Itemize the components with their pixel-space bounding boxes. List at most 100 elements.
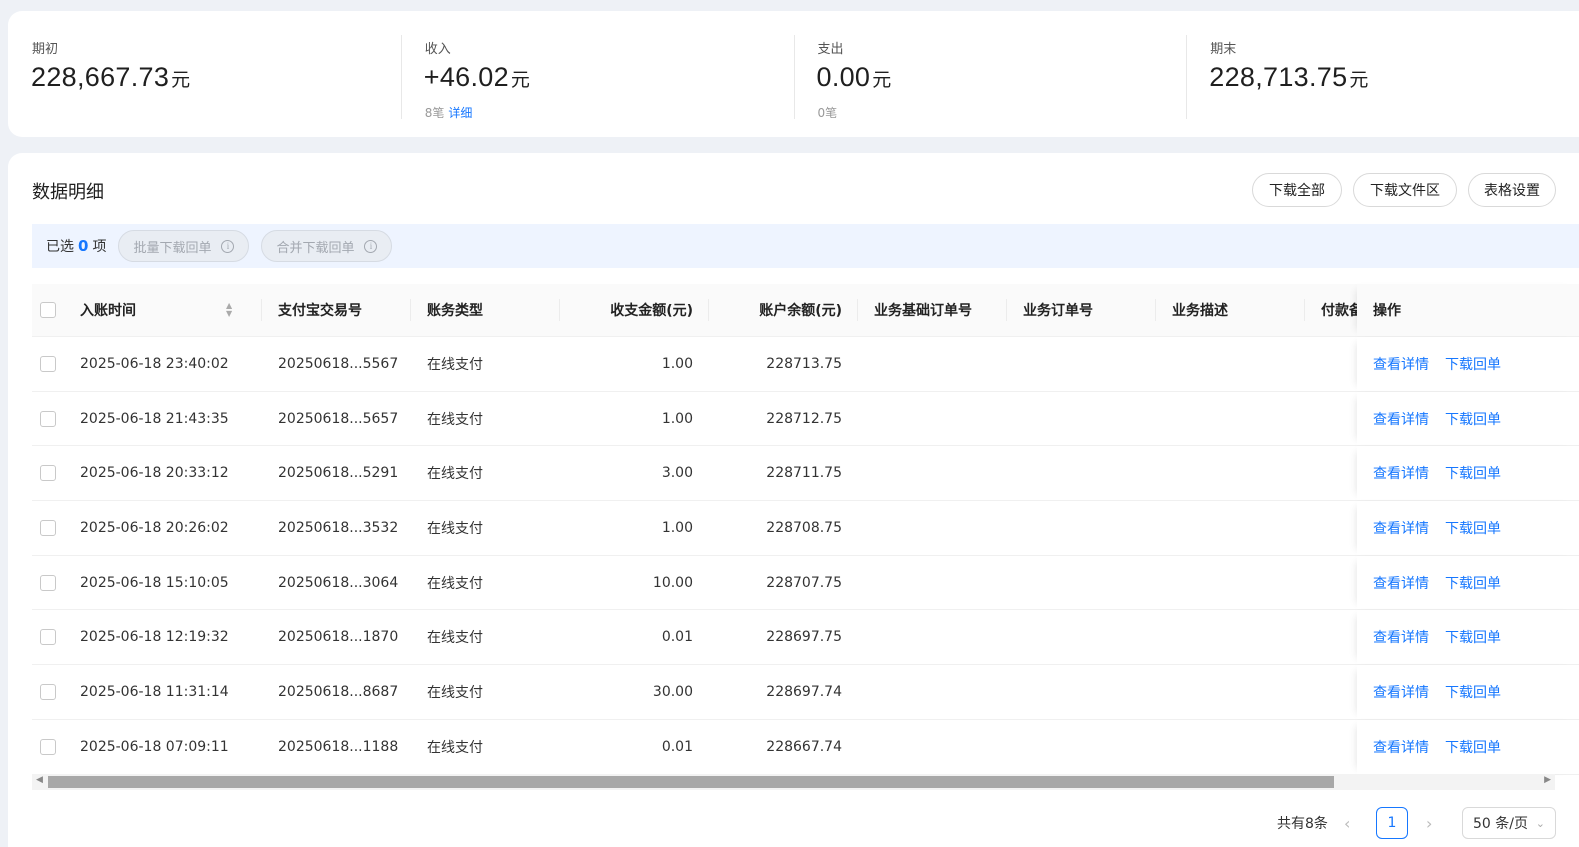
view-detail-link[interactable]: 查看详情 <box>1373 354 1429 374</box>
divider <box>1186 35 1188 119</box>
cell-time: 2025-06-18 12:19:32 <box>80 629 229 646</box>
cell-balance: 228712.75 <box>766 410 842 427</box>
info-icon: i <box>364 239 378 253</box>
cell-actions: 查看详情 下载回单 <box>1357 610 1579 665</box>
row-checkbox[interactable] <box>40 392 56 446</box>
col-desc: 业务描述 <box>1172 303 1228 319</box>
row-checkbox[interactable] <box>40 446 56 500</box>
download-receipt-link[interactable]: 下载回单 <box>1445 463 1501 483</box>
scrollbar-thumb[interactable] <box>48 776 1334 788</box>
cell-actions: 查看详情 下载回单 <box>1357 719 1579 774</box>
download-receipt-link[interactable]: 下载回单 <box>1445 409 1501 429</box>
detail-card: 数据明细 下载全部 下载文件区 表格设置 已选 0 项 批量下载回单 i 合并下载… <box>8 153 1579 847</box>
column-divider <box>1006 299 1007 321</box>
col-trade-no: 支付宝交易号 <box>278 303 362 319</box>
column-divider <box>410 299 411 321</box>
row-checkbox[interactable] <box>40 720 56 774</box>
download-receipt-link[interactable]: 下载回单 <box>1445 737 1501 757</box>
table-settings-button[interactable]: 表格设置 <box>1468 173 1556 207</box>
cell-amount: 1.00 <box>661 519 693 536</box>
selected-count: 0 <box>78 237 89 255</box>
row-checkbox[interactable] <box>40 556 56 610</box>
cell-actions: 查看详情 下载回单 <box>1357 555 1579 610</box>
download-receipt-link[interactable]: 下载回单 <box>1445 682 1501 702</box>
checkbox-box <box>40 355 56 372</box>
income-count: 8笔 详细 <box>424 106 473 120</box>
cell-balance: 228708.75 <box>766 519 842 536</box>
cell-trade-no: 20250618...1870 <box>278 629 399 646</box>
column-divider <box>261 299 262 321</box>
horizontal-scrollbar[interactable]: ◀ ▶ <box>32 774 1555 790</box>
view-detail-link[interactable]: 查看详情 <box>1373 737 1429 757</box>
col-actions-header: 操作 <box>1357 284 1579 336</box>
cell-amount: 3.00 <box>661 465 693 482</box>
table-body: 2025-06-18 23:40:02 20250618...5567 在线支付… <box>32 337 1579 775</box>
cell-type: 在线支付 <box>427 739 483 756</box>
table-row: 2025-06-18 20:33:12 20250618...5291 在线支付… <box>32 446 1579 502</box>
next-page-button[interactable]: › <box>1426 807 1432 839</box>
opening-amount: 228,667.73 元 <box>31 62 191 92</box>
income-detail-link[interactable]: 详细 <box>448 106 472 120</box>
total-count: 共有8条 <box>1277 816 1328 832</box>
download-file-area-button[interactable]: 下载文件区 <box>1353 173 1457 207</box>
cell-actions: 查看详情 下载回单 <box>1357 501 1579 555</box>
cell-balance: 228713.75 <box>766 355 842 372</box>
cell-time: 2025-06-18 21:43:35 <box>80 410 229 427</box>
cell-trade-no: 20250618...8687 <box>278 683 399 700</box>
divider <box>793 35 795 119</box>
merge-download-button[interactable]: 合并下载回单 i <box>261 230 393 262</box>
income-amount: +46.02 元 <box>423 62 531 92</box>
row-checkbox[interactable] <box>40 337 56 391</box>
opening-label: 期初 <box>32 42 59 57</box>
scroll-left-icon[interactable]: ◀ <box>36 775 43 785</box>
cell-time: 2025-06-18 23:40:02 <box>80 355 229 372</box>
row-checkbox[interactable] <box>40 501 56 555</box>
download-receipt-link[interactable]: 下载回单 <box>1445 573 1501 593</box>
download-all-button[interactable]: 下载全部 <box>1252 173 1342 207</box>
download-receipt-link[interactable]: 下载回单 <box>1445 518 1501 538</box>
closing-amount: 228,713.75 元 <box>1209 62 1369 92</box>
cell-trade-no: 20250618...5567 <box>278 355 399 372</box>
batch-download-button[interactable]: 批量下载回单 i <box>118 230 250 262</box>
cell-actions: 查看详情 下载回单 <box>1357 391 1579 446</box>
page-size-select[interactable]: 50 条/页 ⌄ <box>1462 807 1556 839</box>
cell-amount: 1.00 <box>661 355 693 372</box>
view-detail-link[interactable]: 查看详情 <box>1373 682 1429 702</box>
col-time[interactable]: 入账时间 ▲ ▼ <box>80 284 232 336</box>
chevron-right-icon: › <box>1426 813 1433 833</box>
row-checkbox[interactable] <box>40 665 56 719</box>
checkbox-box <box>40 465 56 482</box>
prev-page-button[interactable]: ‹ <box>1344 807 1350 839</box>
sort-icon[interactable]: ▲ ▼ <box>226 302 232 318</box>
col-amount: 收支金额(元) <box>610 303 693 319</box>
selected-prefix: 已选 <box>46 239 74 255</box>
income-label: 收入 <box>424 42 451 57</box>
chevron-left-icon: ‹ <box>1344 813 1351 833</box>
view-detail-link[interactable]: 查看详情 <box>1373 518 1429 538</box>
view-detail-link[interactable]: 查看详情 <box>1373 409 1429 429</box>
scroll-right-icon[interactable]: ▶ <box>1544 775 1551 785</box>
col-type: 账务类型 <box>427 303 483 319</box>
info-icon: i <box>221 239 235 253</box>
col-base-order: 业务基础订单号 <box>874 303 972 319</box>
view-detail-link[interactable]: 查看详情 <box>1373 627 1429 647</box>
col-payer-note: 付款备 <box>1321 303 1357 319</box>
table-row: 2025-06-18 21:43:35 20250618...5657 在线支付… <box>32 391 1579 447</box>
select-all-checkbox[interactable] <box>40 284 56 336</box>
view-detail-link[interactable]: 查看详情 <box>1373 463 1429 483</box>
cell-trade-no: 20250618...3064 <box>278 574 399 591</box>
view-detail-link[interactable]: 查看详情 <box>1373 573 1429 593</box>
cell-type: 在线支付 <box>427 466 483 483</box>
summary-income: 收入 +46.02 元 8笔 详细 <box>400 11 794 137</box>
download-receipt-link[interactable]: 下载回单 <box>1445 354 1501 374</box>
cell-time: 2025-06-18 11:31:14 <box>80 683 229 700</box>
table-row: 2025-06-18 07:09:11 20250618...1188 在线支付… <box>32 719 1579 775</box>
download-receipt-link[interactable]: 下载回单 <box>1445 627 1501 647</box>
table-row: 2025-06-18 15:10:05 20250618...3064 在线支付… <box>32 555 1579 611</box>
row-checkbox[interactable] <box>40 610 56 664</box>
col-balance: 账户余额(元) <box>759 303 842 319</box>
page-1-button[interactable]: 1 <box>1376 807 1408 839</box>
summary-closing: 期末 228,713.75 元 <box>1186 11 1579 137</box>
table-row: 2025-06-18 11:31:14 20250618...8687 在线支付… <box>32 665 1579 720</box>
checkbox-box <box>40 302 56 318</box>
